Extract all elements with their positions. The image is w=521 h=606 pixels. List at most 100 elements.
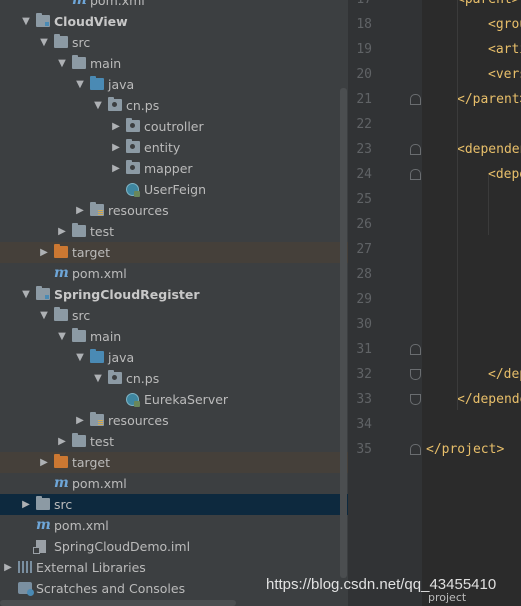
tree-row-label: External Libraries xyxy=(36,560,146,575)
libraries-icon xyxy=(18,561,32,573)
line-number: 18 xyxy=(356,17,372,32)
tree-row[interactable]: ▼ cn.ps xyxy=(0,95,348,116)
chevron-down-icon[interactable]: ▼ xyxy=(57,53,67,74)
tree-row-label: test xyxy=(90,224,115,239)
code-line[interactable]: <dependencies> xyxy=(457,137,521,162)
fold-marker-icon[interactable] xyxy=(410,144,421,155)
code-line[interactable]: <parent> xyxy=(457,0,520,12)
tree-row-label: test xyxy=(90,434,115,449)
project-tree-panel[interactable]: m pom.xml ▼ CloudView ▼ src ▼ main ▼ java ▼ cn.ps ▶ c… xyxy=(0,0,348,606)
fold-marker-icon[interactable] xyxy=(410,94,421,105)
tree-row[interactable]: ▶ target xyxy=(0,242,348,263)
chevron-down-icon[interactable]: ▼ xyxy=(21,11,31,32)
fold-marker-icon[interactable] xyxy=(410,444,421,455)
tree-row[interactable]: ▶ External Libraries xyxy=(0,557,348,578)
tree-row[interactable]: m pom.xml xyxy=(0,0,348,11)
code-line[interactable]: <artifactId> xyxy=(488,37,521,62)
tree-row[interactable]: m pom.xml xyxy=(0,515,348,536)
tree-row[interactable]: ▶ coutroller xyxy=(0,116,348,137)
tree-row[interactable]: ▶ src xyxy=(0,494,348,515)
tree-row-label: src xyxy=(72,35,91,50)
tree-row-label: cn.ps xyxy=(126,371,160,386)
tree-row-label: pom.xml xyxy=(72,266,127,281)
tree-row[interactable]: ▶ test xyxy=(0,431,348,452)
line-number: 28 xyxy=(356,267,372,282)
tree-row[interactable]: ▼ src xyxy=(0,32,348,53)
maven-icon: m xyxy=(36,517,51,533)
line-number: 32 xyxy=(356,367,372,382)
code-line[interactable]: </project> xyxy=(426,437,504,462)
fold-marker-icon[interactable] xyxy=(410,394,421,405)
chevron-down-icon[interactable]: ▼ xyxy=(75,74,85,95)
watermark-text: https://blog.csdn.net/qq_43455410 xyxy=(266,576,497,593)
line-number: 33 xyxy=(356,392,372,407)
tree-row-label: src xyxy=(54,497,73,512)
chevron-right-icon[interactable]: ▶ xyxy=(111,116,121,137)
chevron-down-icon[interactable]: ▼ xyxy=(21,284,31,305)
tree-row[interactable]: ▼ java xyxy=(0,74,348,95)
code-editor[interactable]: <parent><groupId><artifactId><version></… xyxy=(422,0,521,606)
tree-row[interactable]: ▶ resources xyxy=(0,200,348,221)
tree-row-label: pom.xml xyxy=(72,476,127,491)
chevron-down-icon[interactable]: ▼ xyxy=(39,32,49,53)
code-line[interactable]: </dependencies> xyxy=(457,387,521,412)
tree-row-label: main xyxy=(90,56,122,71)
package-icon xyxy=(108,97,122,111)
tree-vertical-scrollbar[interactable] xyxy=(340,88,347,578)
tree-row[interactable]: ▼ main xyxy=(0,53,348,74)
chevron-down-icon[interactable]: ▼ xyxy=(93,95,103,116)
code-line[interactable]: <dependency> xyxy=(488,162,521,187)
maven-icon: m xyxy=(72,0,87,8)
tree-row[interactable]: m pom.xml xyxy=(0,473,348,494)
chevron-down-icon[interactable]: ▼ xyxy=(75,347,85,368)
chevron-right-icon[interactable]: ▶ xyxy=(21,494,31,515)
chevron-right-icon[interactable]: ▶ xyxy=(39,452,49,473)
chevron-down-icon[interactable]: ▼ xyxy=(57,326,67,347)
code-line[interactable]: <version> xyxy=(488,62,521,87)
tree-row[interactable]: EurekaServer xyxy=(0,389,348,410)
chevron-right-icon[interactable]: ▶ xyxy=(39,242,49,263)
tree-row[interactable]: SpringCloudDemo.iml xyxy=(0,536,348,557)
tree-row[interactable]: m pom.xml xyxy=(0,263,348,284)
folder-icon xyxy=(54,307,68,321)
package-icon xyxy=(126,139,140,153)
chevron-down-icon[interactable]: ▼ xyxy=(93,368,103,389)
tree-row[interactable]: ▼ src xyxy=(0,305,348,326)
tree-row[interactable]: ▶ test xyxy=(0,221,348,242)
package-icon xyxy=(126,160,140,174)
tree-row[interactable]: ▼ CloudView xyxy=(0,11,348,32)
line-number: 25 xyxy=(356,192,372,207)
tree-row[interactable]: ▶ resources xyxy=(0,410,348,431)
resources-folder-icon xyxy=(90,202,104,216)
tree-row[interactable]: ▶ entity xyxy=(0,137,348,158)
tree-row[interactable]: ▼ main xyxy=(0,326,348,347)
code-line[interactable]: </dependency> xyxy=(488,362,521,387)
chevron-down-icon[interactable]: ▼ xyxy=(39,305,49,326)
chevron-right-icon[interactable]: ▶ xyxy=(75,410,85,431)
fold-marker-icon[interactable] xyxy=(410,369,421,380)
tree-row[interactable]: ▼ java xyxy=(0,347,348,368)
chevron-right-icon[interactable]: ▶ xyxy=(3,557,13,578)
chevron-right-icon[interactable]: ▶ xyxy=(75,200,85,221)
project-tree: m pom.xml ▼ CloudView ▼ src ▼ main ▼ java ▼ cn.ps ▶ c… xyxy=(0,0,348,599)
tree-row[interactable]: ▶ target xyxy=(0,452,348,473)
chevron-right-icon[interactable]: ▶ xyxy=(57,431,67,452)
line-number: 20 xyxy=(356,67,372,82)
folder-icon xyxy=(54,34,68,48)
chevron-right-icon[interactable]: ▶ xyxy=(57,221,67,242)
code-line[interactable]: <groupId> xyxy=(488,12,521,37)
chevron-right-icon[interactable]: ▶ xyxy=(111,158,121,179)
chevron-right-icon[interactable]: ▶ xyxy=(111,137,121,158)
code-line[interactable]: </parent> xyxy=(457,87,521,112)
fold-marker-icon[interactable] xyxy=(410,169,421,180)
tree-row[interactable]: UserFeign xyxy=(0,179,348,200)
tree-row[interactable]: ▶ mapper xyxy=(0,158,348,179)
line-number: 30 xyxy=(356,317,372,332)
fold-marker-icon[interactable] xyxy=(410,344,421,355)
tree-row[interactable]: ▼ cn.ps xyxy=(0,368,348,389)
tree-row[interactable]: ▼ SpringCloudRegister xyxy=(0,284,348,305)
tree-row-label: resources xyxy=(108,413,169,428)
line-number: 31 xyxy=(356,342,372,357)
source-folder-icon xyxy=(90,349,104,363)
tree-horizontal-scrollbar[interactable] xyxy=(0,600,236,606)
